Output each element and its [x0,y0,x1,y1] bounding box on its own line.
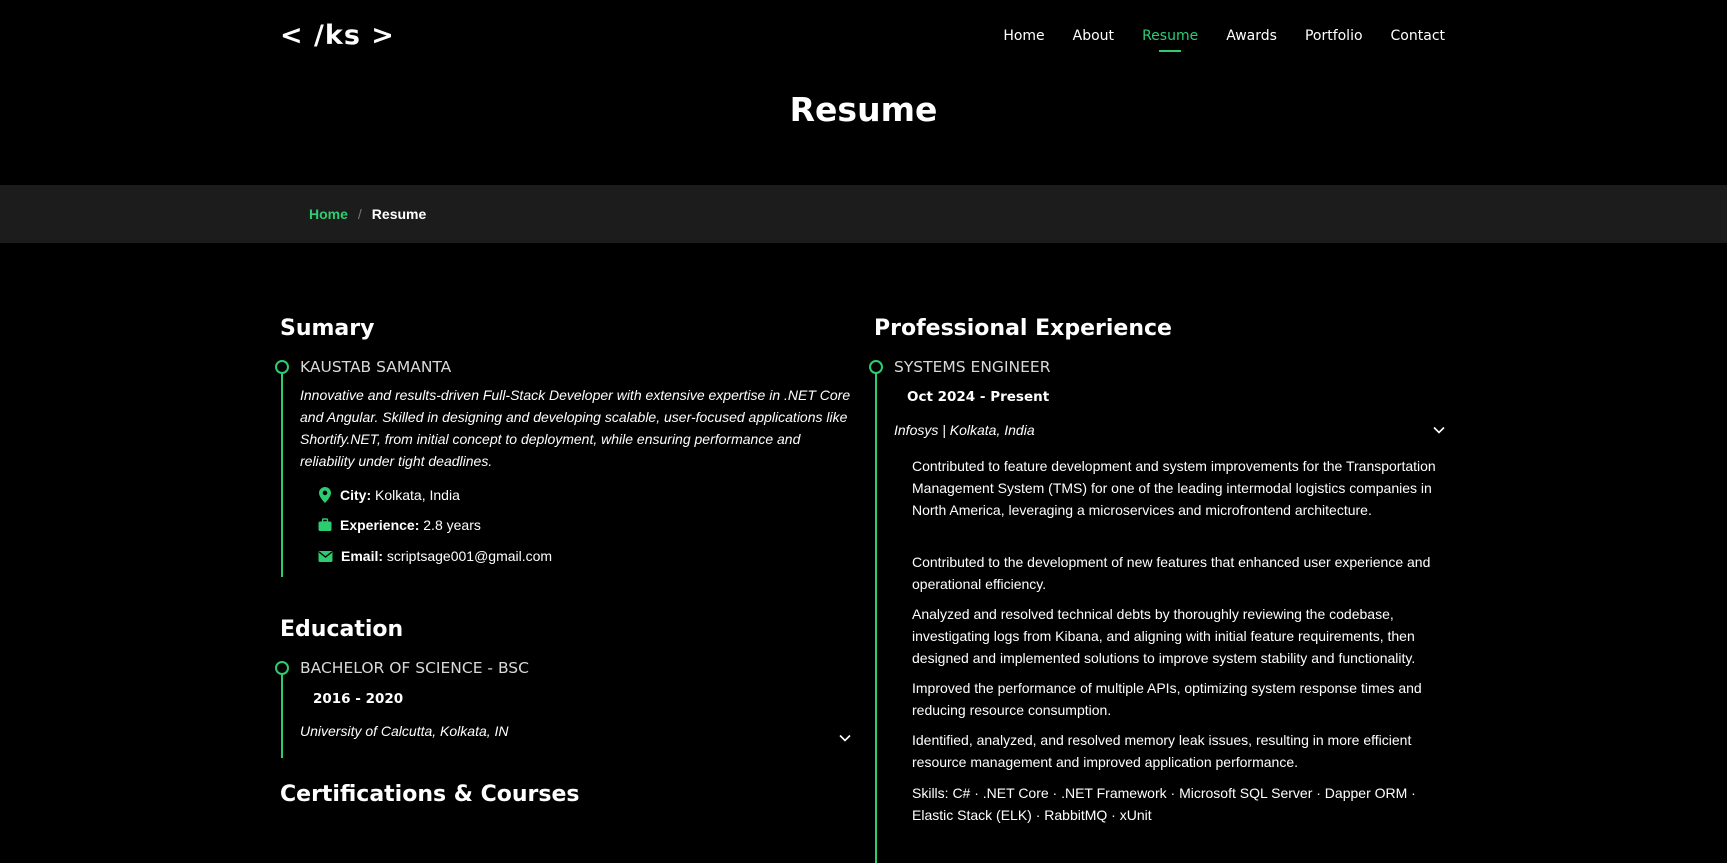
header: < /ks > Home About Resume Awards Portfol… [0,0,1727,185]
summary-name: KAUSTAB SAMANTA [300,358,452,376]
certifications-heading: Certifications & Courses [280,782,580,807]
breadcrumb: Home / Resume [309,206,426,222]
experience-heading: Professional Experience [874,316,1172,341]
page-title: Resume [789,90,938,129]
nav-portfolio[interactable]: Portfolio [1305,28,1363,50]
experience-bullet: Improved the performance of multiple API… [912,680,1422,718]
education-degree: BACHELOR OF SCIENCE - BSC [300,659,529,677]
summary-experience-row: Experience: 2.8 years [318,517,481,533]
summary-timeline-line [281,367,283,577]
experience-bullet: Analyzed and resolved technical debts by… [912,606,1416,666]
breadcrumb-separator: / [357,206,362,222]
experience-role: SYSTEMS ENGINEER [894,358,1051,376]
summary-city-row: City: Kolkata, India [318,487,460,503]
experience-chevron-down-icon[interactable] [1430,421,1448,439]
envelope-icon [318,550,333,562]
briefcase-icon [318,518,332,531]
breadcrumb-home-link[interactable]: Home [309,206,348,222]
experience-bullet: Identified, analyzed, and resolved memor… [912,732,1412,770]
nav-resume[interactable]: Resume [1142,28,1198,52]
email-value[interactable]: scriptsage001@gmail.com [387,548,552,564]
summary-email-row: Email: scriptsage001@gmail.com [318,548,552,564]
education-heading: Education [280,617,404,642]
nav-contact[interactable]: Contact [1391,28,1445,50]
education-institution: University of Calcutta, Kolkata, IN [300,723,509,739]
summary-description: Innovative and results-driven Full-Stack… [300,387,851,469]
summary-heading: Sumary [280,316,375,341]
experience-timeline-line [875,367,877,863]
breadcrumb-current: Resume [371,206,427,222]
education-timeline-line [281,668,283,758]
experience-skills: Skills: C# · .NET Core · .NET Framework … [912,785,1416,823]
site-logo[interactable]: < /ks > [280,20,395,51]
nav-about[interactable]: About [1073,28,1114,50]
nav-awards[interactable]: Awards [1226,28,1277,50]
experience-company: Infosys | Kolkata, India [894,422,1035,438]
city-label: City: [340,487,372,503]
breadcrumb-bar: Home / Resume [0,185,1727,243]
experience-dates: Oct 2024 - Present [907,389,1050,405]
experience-bullet: Contributed to feature development and s… [912,458,1436,518]
education-timeline-dot [275,661,289,675]
experience-timeline-dot [869,360,883,374]
city-value: Kolkata, India [375,487,460,503]
summary-timeline-dot [275,360,289,374]
experience-bullet: Contributed to the development of new fe… [912,554,1431,592]
education-years: 2016 - 2020 [313,691,404,707]
nav-home[interactable]: Home [1003,28,1044,50]
email-label: Email: [341,548,384,564]
experience-value: 2.8 years [423,517,481,533]
map-pin-icon [319,487,331,503]
education-chevron-down-icon[interactable] [836,729,854,747]
main-nav: Home About Resume Awards Portfolio Conta… [1003,28,1445,52]
experience-label: Experience: [340,517,420,533]
